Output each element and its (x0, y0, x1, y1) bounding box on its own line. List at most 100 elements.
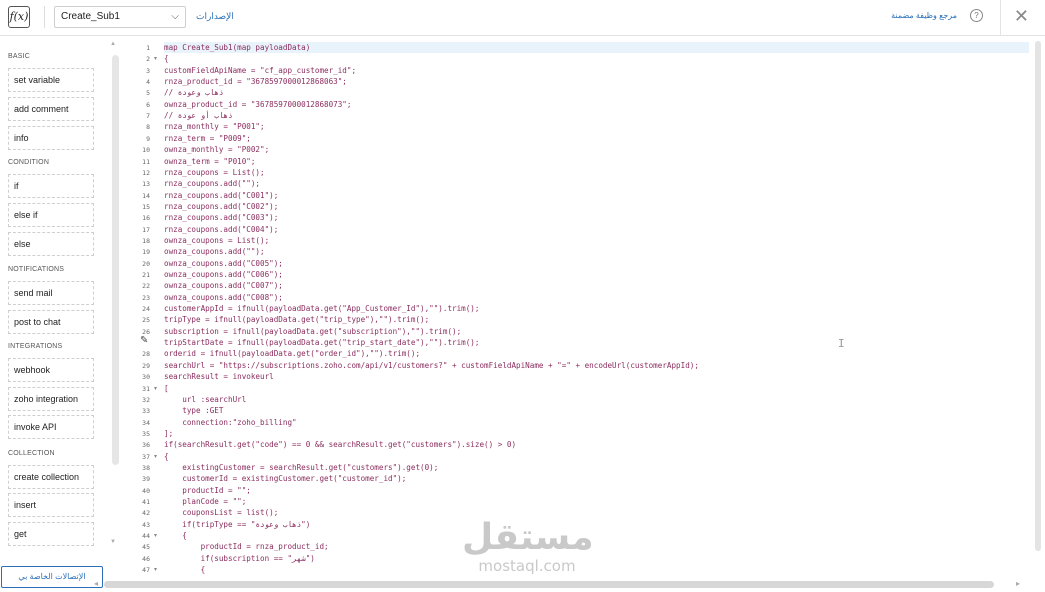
line-number: 28 (142, 350, 150, 359)
section-title: COLLECTION (8, 450, 55, 457)
line-number: 4 (146, 78, 150, 87)
section-title: INTEGRATIONS (8, 343, 63, 350)
palette-item-create-collection[interactable]: create collection (8, 465, 94, 489)
palette-item-send-mail[interactable]: send mail (8, 281, 94, 305)
palette-item-zoho-integration[interactable]: zoho integration (8, 387, 94, 411)
function-icon: f(x) (8, 6, 30, 28)
code-line[interactable]: planCode = rnza_monthly; (164, 575, 1029, 577)
code-line[interactable]: { (164, 53, 1029, 64)
sidebar-scrollbar[interactable] (112, 55, 119, 465)
code-line[interactable]: map Create_Sub1(map payloadData) (164, 42, 1029, 53)
help-icon[interactable]: ? (970, 9, 983, 22)
watermark-logo: مستقل mostaql.com (462, 518, 594, 575)
code-line[interactable]: url :searchUrl (164, 394, 1029, 405)
palette-item-set-variable[interactable]: set variable (8, 68, 94, 92)
palette-item-add-comment[interactable]: add comment (8, 97, 94, 121)
scroll-left-icon[interactable]: ◂ (94, 579, 98, 588)
code-line[interactable]: ownza_monthly = "P002"; (164, 144, 1029, 155)
code-line[interactable]: if(subscription == "شهر") (164, 553, 1029, 564)
line-number: 2 (146, 55, 150, 64)
code-line[interactable]: rnza_coupons = List(); (164, 167, 1029, 178)
code-line[interactable]: customerId = existingCustomer.get("custo… (164, 473, 1029, 484)
code-line[interactable]: ownza_product_id = "3678597000012868073"… (164, 99, 1029, 110)
code-line[interactable]: rnza_coupons.add("C001"); (164, 190, 1029, 201)
edit-pencil-icon[interactable]: ✎ (140, 335, 148, 346)
palette-item-info[interactable]: info (8, 126, 94, 150)
code-line[interactable]: subscription = ifnull(payloadData.get("s… (164, 326, 1029, 337)
code-line[interactable]: ownza_coupons.add("C007"); (164, 280, 1029, 291)
code-line[interactable]: ownza_coupons.add("C008"); (164, 292, 1029, 303)
palette-item-else-if[interactable]: else if (8, 203, 94, 227)
function-selector-value: Create_Sub1 (61, 11, 120, 22)
scroll-up-icon[interactable]: ▲ (110, 41, 116, 47)
fold-toggle-icon[interactable]: ▾ (154, 385, 157, 392)
line-number: 25 (142, 316, 150, 325)
code-line[interactable]: // ذهاب وعودة (164, 87, 1029, 98)
code-line[interactable]: planCode = ""; (164, 496, 1029, 507)
code-line[interactable]: rnza_monthly = "P001"; (164, 121, 1029, 132)
fold-toggle-icon[interactable]: ▾ (154, 55, 157, 62)
line-number: 42 (142, 509, 150, 518)
line-number: 30 (142, 373, 150, 382)
scroll-right-icon[interactable]: ▸ (1016, 579, 1020, 588)
code-line[interactable]: productId = ""; (164, 485, 1029, 496)
palette-item-else[interactable]: else (8, 232, 94, 256)
code-line[interactable]: { (164, 564, 1029, 575)
code-line[interactable]: rnza_product_id = "3678597000012868063"; (164, 76, 1029, 87)
palette-item-insert[interactable]: insert (8, 493, 94, 517)
code-line[interactable]: ownza_coupons = List(); (164, 235, 1029, 246)
code-line[interactable]: ]; (164, 428, 1029, 439)
code-line[interactable]: ownza_coupons.add(""); (164, 246, 1029, 257)
line-number: 43 (142, 520, 150, 529)
line-number: 13 (142, 180, 150, 189)
code-line[interactable]: customerAppId = ifnull(payloadData.get("… (164, 303, 1029, 314)
code-line[interactable]: ownza_term = "P010"; (164, 156, 1029, 167)
fold-toggle-icon[interactable]: ▾ (154, 453, 157, 460)
code-line[interactable]: connection:"zoho_billing" (164, 417, 1029, 428)
palette-item-webhook[interactable]: webhook (8, 358, 94, 382)
code-line[interactable]: existingCustomer = searchResult.get("cus… (164, 462, 1029, 473)
palette-item-get[interactable]: get (8, 522, 94, 546)
editor-scrollbar[interactable] (1035, 41, 1041, 551)
palette-item-invoke-api[interactable]: invoke API (8, 415, 94, 439)
scroll-down-icon[interactable]: ▼ (110, 539, 116, 545)
code-line[interactable]: productId = rnza_product_id; (164, 541, 1029, 552)
versions-link[interactable]: الإصدارات (196, 11, 234, 22)
code-line[interactable]: tripType = ifnull(payloadData.get("trip_… (164, 314, 1029, 325)
code-line[interactable]: rnza_coupons.add("C004"); (164, 224, 1029, 235)
code-line[interactable]: [ (164, 383, 1029, 394)
horizontal-scrollbar[interactable] (104, 581, 994, 588)
code-line[interactable]: tripStartDate = ifnull(payloadData.get("… (164, 337, 1029, 348)
code-line[interactable]: customFieldApiName = "cf_app_customer_id… (164, 65, 1029, 76)
code-line[interactable]: { (164, 530, 1029, 541)
builtin-function-reference-link[interactable]: مرجع وظيفة مضمنة (891, 11, 957, 20)
code-line[interactable]: if(tripType == "ذهاب وعودة") (164, 519, 1029, 530)
close-icon[interactable]: ✕ (1014, 6, 1029, 26)
line-number: 39 (142, 475, 150, 484)
function-icon-label: f(x) (9, 10, 29, 23)
palette-item-post-to-chat[interactable]: post to chat (8, 310, 94, 334)
code-line[interactable]: rnza_coupons.add("C003"); (164, 212, 1029, 223)
section-title: NOTIFICATIONS (8, 266, 65, 273)
fold-toggle-icon[interactable]: ▾ (154, 566, 157, 573)
code-line[interactable]: couponsList = list(); (164, 507, 1029, 518)
top-bar: f(x) Create_Sub1 ⌵ الإصدارات مرجع وظيفة … (0, 0, 1045, 36)
code-line[interactable]: type :GET (164, 405, 1029, 416)
code-editor[interactable]: 1 2 ▾ 3 4 5 6 7 8 9 10 11 12 13 14 15 16 17 18 19 20 21 22 23 24… (126, 37, 1045, 577)
code-line[interactable]: // ذهاب أو عودة (164, 110, 1029, 121)
code-line[interactable]: ownza_coupons.add("C006"); (164, 269, 1029, 280)
code-line[interactable]: if(searchResult.get("code") == 0 && sear… (164, 439, 1029, 450)
code-line[interactable]: searchResult = invokeurl (164, 371, 1029, 382)
code-line[interactable]: orderid = ifnull(payloadData.get("order_… (164, 348, 1029, 359)
function-selector[interactable]: Create_Sub1 ⌵ (54, 6, 186, 28)
code-line[interactable]: rnza_term = "P009"; (164, 133, 1029, 144)
my-connections-button[interactable]: الإتصالات الخاصة بي (1, 566, 103, 588)
palette-item-if[interactable]: if (8, 174, 94, 198)
code-line[interactable]: searchUrl = "https://subscriptions.zoho.… (164, 360, 1029, 371)
code-line[interactable]: rnza_coupons.add(""); (164, 178, 1029, 189)
code-line[interactable]: ownza_coupons.add("C005"); (164, 258, 1029, 269)
fold-toggle-icon[interactable]: ▾ (154, 532, 157, 539)
code-line[interactable]: rnza_coupons.add("C002"); (164, 201, 1029, 212)
code-line[interactable]: { (164, 451, 1029, 462)
line-number: 46 (142, 554, 150, 563)
